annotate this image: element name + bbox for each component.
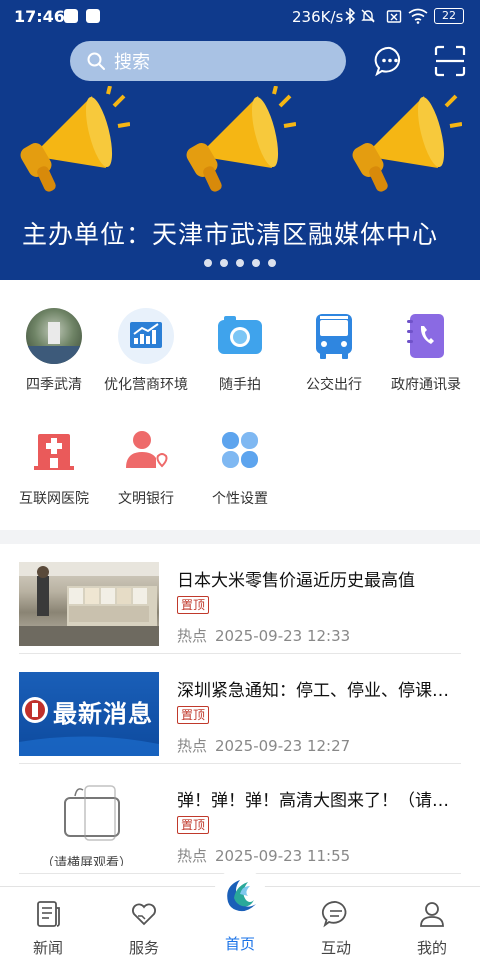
search-bar[interactable]: 搜索 xyxy=(70,41,346,81)
carousel-dot[interactable] xyxy=(236,259,244,267)
service-civility-bank[interactable]: 文明银行 xyxy=(98,422,194,508)
service-grid: 四季武清 优化营商环境 随手拍 公交出行 政府通讯录 互联网医院 文明银行 个性… xyxy=(0,280,480,530)
news-item[interactable]: 日本大米零售价逼近历史最高值 置顶 热点 2025-09-23 12:33 xyxy=(19,544,461,654)
battery-level: 22 xyxy=(442,9,456,22)
service-label: 互联网医院 xyxy=(19,491,89,507)
scan-icon[interactable] xyxy=(433,44,467,78)
home-logo-icon[interactable] xyxy=(214,868,266,920)
heart-hand-icon xyxy=(132,903,156,926)
news-category: 热点 xyxy=(177,627,208,645)
app-notification-icon xyxy=(86,9,100,23)
phone-book-icon xyxy=(398,308,454,364)
chart-icon xyxy=(118,308,174,364)
chat-bubble-icon xyxy=(321,901,347,928)
person-icon xyxy=(420,902,444,927)
carousel-dot[interactable] xyxy=(220,259,228,267)
sim-off-icon xyxy=(386,10,402,23)
tab-label: 互动 xyxy=(320,939,351,957)
app-notification-icon xyxy=(64,9,78,23)
news-item[interactable]: 最新消息 深圳紧急通知：停工、停业、停课、停运、停市 置顶 热点 2025-09-… xyxy=(19,654,461,764)
megaphone-icon xyxy=(186,86,296,192)
service-bus[interactable]: 公交出行 xyxy=(286,308,382,394)
carousel-dot[interactable] xyxy=(252,259,260,267)
rotate-phone-illustration: （请横屏观看） xyxy=(19,782,159,866)
latest-news-banner: 最新消息 xyxy=(19,672,159,756)
user-heart-icon xyxy=(118,422,174,478)
tab-label: 服务 xyxy=(128,939,159,957)
megaphone-icon xyxy=(352,94,462,192)
tab-news[interactable]: 新闻 xyxy=(0,887,96,960)
news-time: 2025-09-23 12:27 xyxy=(215,737,351,755)
search-icon xyxy=(87,52,105,70)
news-category: 热点 xyxy=(177,737,208,755)
service-sijiwuqing[interactable]: 四季武清 xyxy=(6,308,102,394)
service-hospital[interactable]: 互联网医院 xyxy=(6,422,102,508)
status-time: 17:46 xyxy=(14,7,65,26)
service-label: 政府通讯录 xyxy=(391,377,461,393)
hospital-icon xyxy=(26,422,82,478)
tab-label: 新闻 xyxy=(32,939,63,957)
tab-mine[interactable]: 我的 xyxy=(384,887,480,960)
mute-bell-icon xyxy=(361,9,375,23)
section-divider xyxy=(0,530,480,544)
news-title[interactable]: 日本大米零售价逼近历史最高值 xyxy=(177,566,461,591)
news-title[interactable]: 深圳紧急通知：停工、停业、停课、停运、停市 xyxy=(177,676,461,701)
service-label: 文明银行 xyxy=(118,491,174,507)
tab-interact[interactable]: 互动 xyxy=(288,887,384,960)
service-label: 公交出行 xyxy=(306,377,362,393)
service-label: 个性设置 xyxy=(212,491,268,507)
thumb-text: （请横屏观看） xyxy=(41,856,133,866)
carousel-indicator[interactable] xyxy=(204,259,276,267)
service-snapshot[interactable]: 随手拍 xyxy=(192,308,288,394)
bus-icon xyxy=(306,308,362,364)
news-meta: 热点 2025-09-23 12:33 xyxy=(177,625,350,646)
service-phonebook[interactable]: 政府通讯录 xyxy=(378,308,474,394)
battery-icon: 22 xyxy=(434,8,464,24)
pinned-badge: 置顶 xyxy=(177,816,210,834)
news-time: 2025-09-23 11:55 xyxy=(215,847,351,865)
search-placeholder: 搜索 xyxy=(114,52,150,73)
service-label: 随手拍 xyxy=(219,377,261,393)
pinned-badge: 置顶 xyxy=(177,596,210,614)
service-label: 四季武清 xyxy=(26,377,82,393)
news-time: 2025-09-23 12:33 xyxy=(215,627,351,645)
bluetooth-icon xyxy=(345,8,356,24)
news-meta: 热点 2025-09-23 12:27 xyxy=(177,735,350,756)
tab-service[interactable]: 服务 xyxy=(96,887,192,960)
news-category: 热点 xyxy=(177,847,208,865)
wifi-icon xyxy=(408,8,428,24)
clover-icon xyxy=(212,422,268,478)
supermarket-rice-photo xyxy=(19,562,159,646)
news-item[interactable]: （请横屏观看） 弹！弹！弹！高清大图来了！（请横屏观看） 置顶 热点 2025-0… xyxy=(19,764,461,874)
banner-caption: 主办单位：天津市武清区融媒体中心 xyxy=(22,220,439,249)
thumb-text: 最新消息 xyxy=(53,700,153,728)
pinned-badge: 置顶 xyxy=(177,706,210,724)
news-title[interactable]: 弹！弹！弹！高清大图来了！（请横屏观看） xyxy=(177,786,461,811)
newspaper-icon xyxy=(37,901,60,927)
tab-label: 首页 xyxy=(224,935,255,953)
photo-thumbnail-icon xyxy=(26,308,82,364)
carousel-dot[interactable] xyxy=(268,259,276,267)
service-business-env[interactable]: 优化营商环境 xyxy=(98,308,194,394)
message-icon[interactable] xyxy=(373,44,407,78)
status-bar: 17:46 236K/s 22 xyxy=(0,0,480,32)
service-personalize[interactable]: 个性设置 xyxy=(192,422,288,508)
news-meta: 热点 2025-09-23 11:55 xyxy=(177,845,350,866)
camera-icon xyxy=(212,308,268,364)
megaphone-icon xyxy=(20,86,130,192)
carousel-dot[interactable] xyxy=(204,259,212,267)
tab-label: 我的 xyxy=(416,939,447,957)
service-label: 优化营商环境 xyxy=(104,377,188,393)
network-speed: 236K/s xyxy=(292,8,344,26)
